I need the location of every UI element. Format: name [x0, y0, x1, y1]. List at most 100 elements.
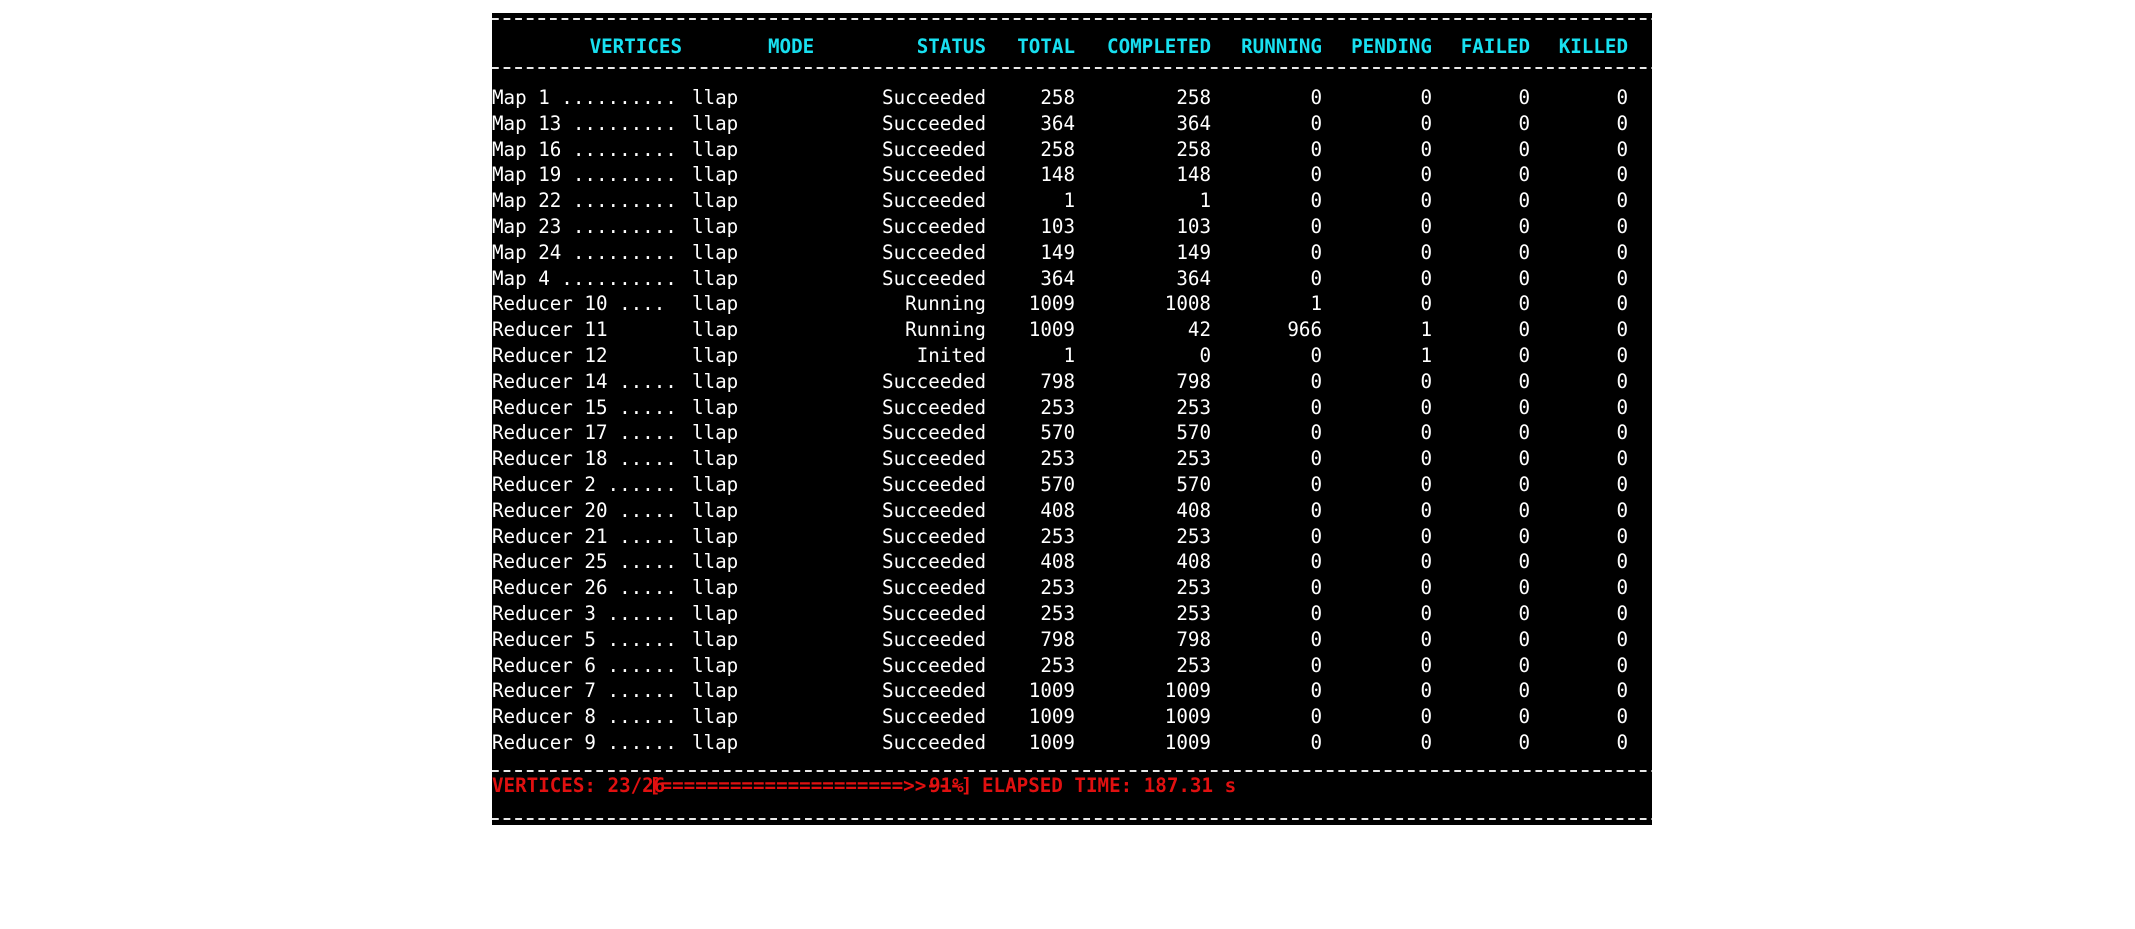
- cell-total: 364: [1040, 266, 1075, 290]
- cell-completed: 253: [1176, 653, 1211, 677]
- cell-running: 0: [1310, 240, 1322, 264]
- cell-pending: 1: [1420, 344, 1432, 367]
- cell-mode: llap: [692, 369, 739, 393]
- cell-total: 253: [1040, 524, 1075, 548]
- cell-failed: 0: [1518, 679, 1530, 703]
- cell-status: Succeeded: [882, 447, 986, 471]
- cell-vertex: Reducer 3 ......: [492, 602, 677, 625]
- cell-status: Succeeded: [882, 576, 986, 600]
- cell-status: Running: [905, 318, 986, 342]
- cell-vertex: Map 4 ..........: [492, 266, 677, 290]
- cell-mode: llap: [692, 473, 739, 496]
- cell-total: 253: [1040, 602, 1075, 625]
- cell-pending: 0: [1420, 498, 1432, 522]
- cell-mode: llap: [692, 189, 739, 213]
- cell-running: 0: [1310, 679, 1322, 703]
- cell-status: Succeeded: [882, 266, 986, 290]
- cell-mode: llap: [692, 679, 739, 703]
- cell-total: 798: [1040, 627, 1075, 651]
- cell-completed: 258: [1176, 137, 1211, 161]
- cell-running: 0: [1310, 111, 1322, 135]
- cell-vertex: Reducer 9 ......: [492, 731, 677, 754]
- cell-mode: llap: [692, 318, 739, 342]
- cell-pending: 0: [1420, 215, 1432, 238]
- table-row: Reducer 9 ...... llap Succeeded 1009 1009 0 0 0…: [492, 730, 1652, 756]
- table-row: Reducer 8 ...... llap Succeeded 1009 1009 0 0 0…: [492, 704, 1652, 730]
- cell-failed: 0: [1518, 653, 1530, 677]
- cell-running: 0: [1310, 163, 1322, 187]
- cell-total: 1: [1063, 189, 1075, 213]
- cell-completed: 408: [1176, 550, 1211, 574]
- divider-header: [492, 67, 1652, 69]
- cell-vertex: Reducer 18 .....: [492, 447, 677, 471]
- cell-pending: 0: [1420, 369, 1432, 393]
- cell-killed: 0: [1616, 369, 1628, 393]
- elapsed-time: ELAPSED TIME: 187.31 s: [982, 774, 1237, 797]
- cell-killed: 0: [1616, 344, 1628, 367]
- cell-status: Succeeded: [882, 653, 986, 677]
- table-row: Map 4 .......... llap Succeeded 364 364 0 0 0 0: [492, 266, 1652, 292]
- table-row: Reducer 11 llap Running 1009 42 966 1 0 0: [492, 317, 1652, 343]
- cell-failed: 0: [1518, 189, 1530, 213]
- cell-running: 0: [1310, 705, 1322, 729]
- header-killed: KILLED: [1558, 35, 1628, 58]
- cell-killed: 0: [1616, 86, 1628, 109]
- cell-pending: 0: [1420, 627, 1432, 651]
- cell-completed: 364: [1176, 266, 1211, 290]
- table-row: Map 16 ......... llap Succeeded 258 258 0 0 0 0: [492, 137, 1652, 163]
- cell-vertex: Map 16 .........: [492, 137, 677, 161]
- cell-status: Running: [905, 292, 986, 316]
- cell-running: 0: [1310, 266, 1322, 290]
- cell-running: 0: [1310, 602, 1322, 625]
- terminal-window: VERTICES MODE STATUS TOTAL COMPLETED RUN…: [492, 13, 1652, 825]
- cell-status: Succeeded: [882, 550, 986, 574]
- cell-status: Succeeded: [882, 111, 986, 135]
- cell-killed: 0: [1616, 679, 1628, 703]
- cell-completed: 570: [1176, 473, 1211, 496]
- cell-total: 570: [1040, 421, 1075, 445]
- cell-running: 0: [1310, 498, 1322, 522]
- cell-status: Succeeded: [882, 627, 986, 651]
- cell-killed: 0: [1616, 318, 1628, 342]
- cell-completed: 798: [1176, 369, 1211, 393]
- cell-failed: 0: [1518, 86, 1530, 109]
- cell-failed: 0: [1518, 111, 1530, 135]
- table-row: Reducer 21 ..... llap Succeeded 253 253 0 0 0 0: [492, 524, 1652, 550]
- cell-mode: llap: [692, 447, 739, 471]
- header-completed: COMPLETED: [1107, 35, 1211, 58]
- cell-running: 966: [1287, 318, 1322, 342]
- cell-killed: 0: [1616, 266, 1628, 290]
- cell-completed: 253: [1176, 524, 1211, 548]
- cell-pending: 0: [1420, 550, 1432, 574]
- cell-failed: 0: [1518, 498, 1530, 522]
- cell-running: 0: [1310, 627, 1322, 651]
- cell-failed: 0: [1518, 550, 1530, 574]
- cell-killed: 0: [1616, 421, 1628, 445]
- cell-pending: 0: [1420, 705, 1432, 729]
- cell-running: 0: [1310, 215, 1322, 238]
- divider-footer-top: [492, 770, 1652, 772]
- cell-mode: llap: [692, 498, 739, 522]
- cell-status: Succeeded: [882, 731, 986, 754]
- table-row: Reducer 6 ...... llap Succeeded 253 253 0 0 0 0: [492, 653, 1652, 679]
- cell-failed: 0: [1518, 524, 1530, 548]
- cell-killed: 0: [1616, 189, 1628, 213]
- cell-vertex: Reducer 26 .....: [492, 576, 677, 600]
- header-vertices: VERTICES: [589, 35, 682, 58]
- progress-bar: [=====================>>---]: [649, 774, 973, 797]
- cell-mode: llap: [692, 137, 739, 161]
- cell-failed: 0: [1518, 344, 1530, 367]
- cell-killed: 0: [1616, 395, 1628, 419]
- cell-failed: 0: [1518, 705, 1530, 729]
- cell-status: Succeeded: [882, 498, 986, 522]
- table-row: Reducer 26 ..... llap Succeeded 253 253 0 0 0 0: [492, 575, 1652, 601]
- table-row: Reducer 5 ...... llap Succeeded 798 798 0 0 0 0: [492, 627, 1652, 653]
- cell-vertex: Reducer 25 .....: [492, 550, 677, 574]
- cell-total: 1: [1063, 344, 1075, 367]
- cell-completed: 148: [1176, 163, 1211, 187]
- cell-completed: 258: [1176, 86, 1211, 109]
- cell-status: Succeeded: [882, 137, 986, 161]
- cell-status: Succeeded: [882, 395, 986, 419]
- cell-pending: 0: [1420, 602, 1432, 625]
- divider-top: [492, 18, 1652, 20]
